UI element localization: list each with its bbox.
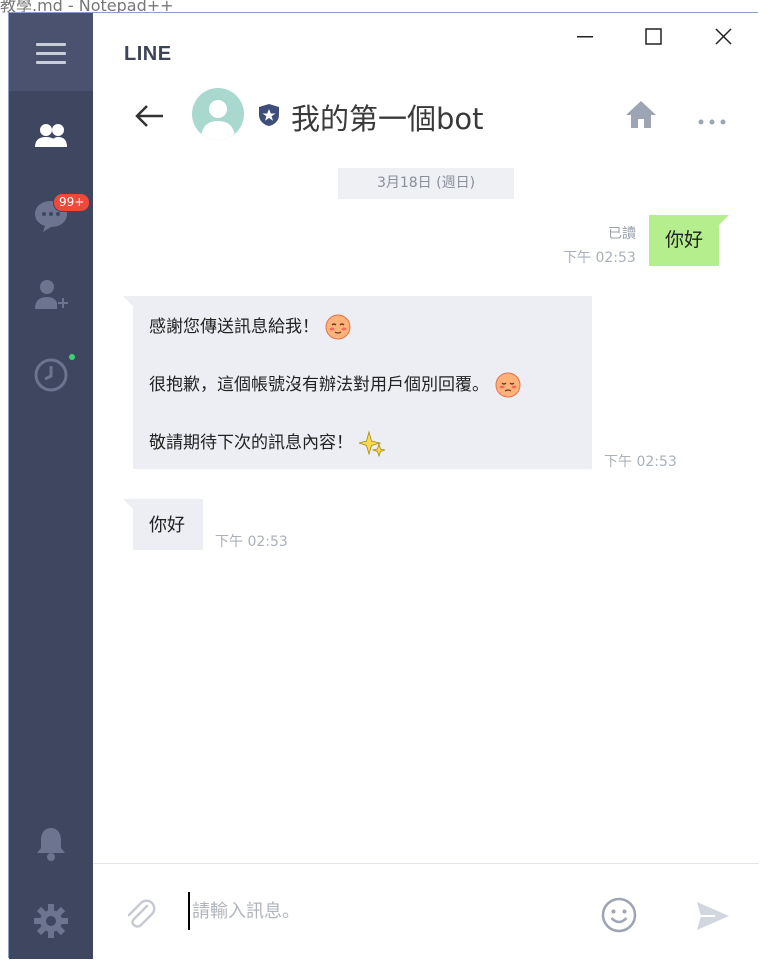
maximize-button[interactable] (634, 25, 674, 49)
back-arrow-icon[interactable] (133, 101, 167, 131)
line-window: 99+ LINE 我的第一個bot 3月18日 (週日) 已讀 下午 02:53… (8, 12, 759, 960)
sidebar: 99+ (9, 13, 93, 959)
message-line-3: 敬請期待下次的訊息內容！ (149, 428, 387, 458)
outgoing-message[interactable]: 你好 (649, 215, 729, 266)
friends-icon[interactable] (31, 117, 71, 157)
incoming-message[interactable]: 感謝您傳送訊息給我！ 很抱歉，這個帳號沒有辦法對用戶個別回覆。 敬請期待下次的訊… (123, 296, 592, 469)
chat-pane: LINE 我的第一個bot 3月18日 (週日) 已讀 下午 02:53 你好 … (93, 13, 759, 960)
bell-icon[interactable] (31, 823, 71, 863)
minimize-button[interactable] (565, 25, 605, 49)
date-separator: 3月18日 (週日) (338, 168, 514, 199)
message-time: 下午 02:53 (604, 454, 677, 470)
chat-header: 我的第一個bot (93, 83, 759, 149)
timeline-new-dot (69, 354, 75, 360)
paperclip-icon[interactable] (123, 896, 157, 932)
menu-area (9, 13, 93, 91)
more-options-icon[interactable] (697, 111, 727, 125)
read-receipt: 已讀 (608, 226, 636, 242)
sparkles-emoji (357, 430, 387, 458)
incoming-message[interactable]: 你好 (123, 499, 203, 550)
blushing-face-emoji (325, 314, 351, 340)
avatar[interactable] (192, 88, 244, 140)
home-icon[interactable] (625, 99, 657, 129)
message-time: 下午 02:53 (215, 534, 288, 550)
chat-title: 我的第一個bot (291, 102, 484, 136)
message-time: 下午 02:53 (563, 250, 636, 266)
add-friend-icon[interactable] (31, 275, 71, 315)
sad-face-emoji (495, 372, 521, 398)
verified-shield-icon (258, 103, 280, 127)
close-button[interactable] (703, 25, 743, 49)
message-input[interactable] (188, 892, 574, 930)
message-composer (93, 863, 759, 960)
clock-icon[interactable] (31, 355, 71, 395)
background-right-strip (758, 0, 770, 958)
hamburger-icon[interactable] (36, 43, 66, 65)
emoji-icon[interactable] (600, 896, 638, 934)
gear-icon[interactable] (31, 901, 71, 941)
brand-logo: LINE (124, 43, 172, 65)
message-line-1: 感謝您傳送訊息給我！ (149, 312, 351, 340)
send-icon[interactable] (695, 900, 731, 932)
message-line-2: 很抱歉，這個帳號沒有辦法對用戶個別回覆。 (149, 370, 521, 398)
message-text: 你好 (149, 515, 185, 536)
unread-badge: 99+ (53, 193, 91, 212)
